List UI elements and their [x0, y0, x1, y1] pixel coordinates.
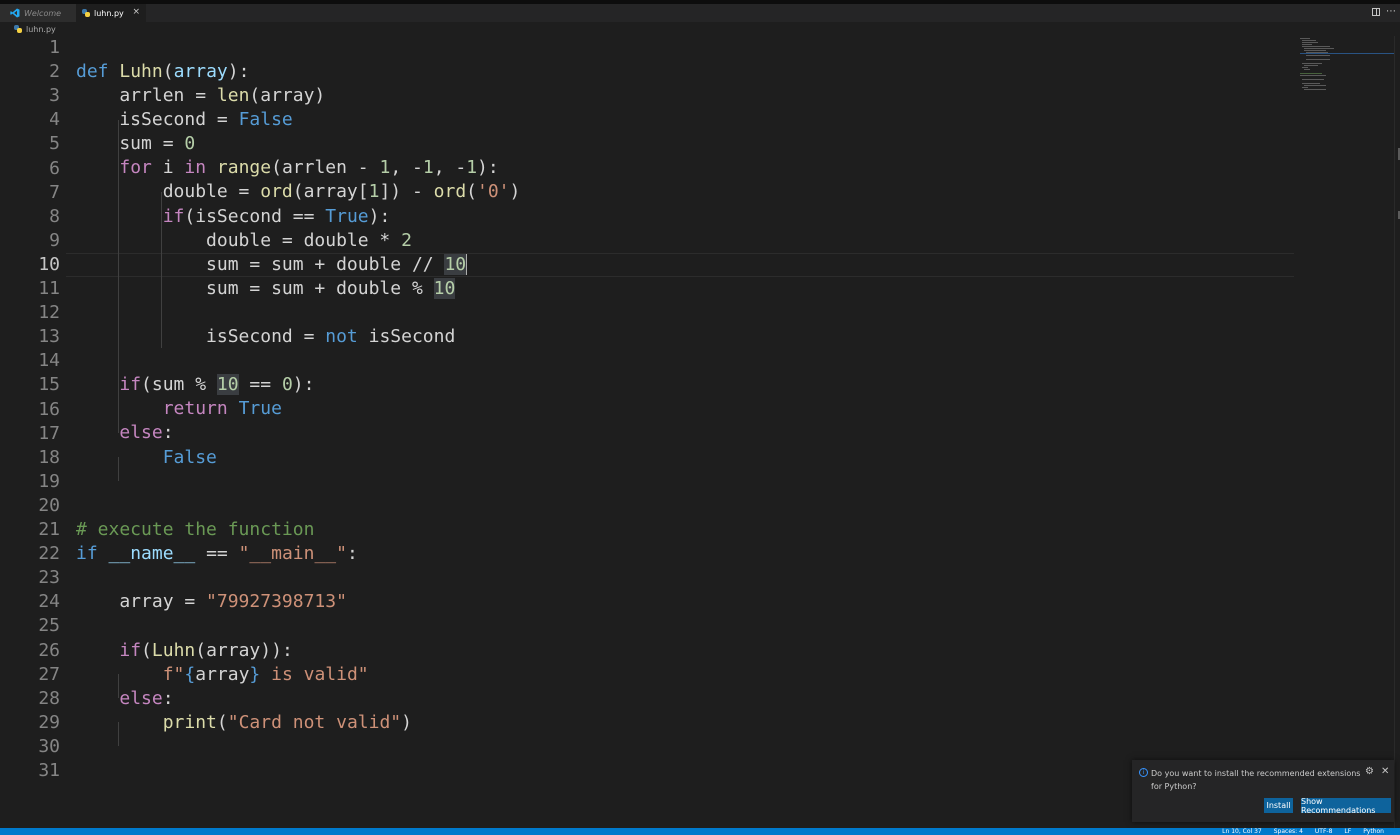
code-line: # execute the function — [76, 519, 315, 540]
editor-tab-bar: Welcome luhn.py × ⋯ — [0, 4, 1400, 22]
code-line: else: — [119, 688, 174, 709]
vertical-scrollbar[interactable] — [1394, 36, 1400, 828]
code-editor[interactable]: 1 2 3 4 5 6 7 8 9 10 11 12 13 14 15 16 17 18 19 20 21 22 23 24 2… — [0, 36, 1400, 828]
line-number: 23 — [38, 567, 60, 589]
line-number: 8 — [49, 205, 60, 227]
notification-message: Do you want to install the recommended e… — [1151, 769, 1361, 791]
line-number: 4 — [49, 109, 60, 131]
indentation[interactable]: Spaces: 4 — [1274, 829, 1303, 835]
line-number: 14 — [38, 350, 60, 372]
line-number: 17 — [38, 422, 60, 444]
code-line: if __name__ == "__main__": — [76, 543, 358, 564]
line-number: 10 — [38, 253, 60, 275]
code-line: def Luhn(array): — [76, 61, 250, 82]
code-line: double = ord(array[1]) - ord('0') — [76, 181, 521, 202]
install-button[interactable]: Install — [1264, 798, 1293, 813]
show-recommendations-button[interactable]: Show Recommendations — [1301, 797, 1391, 815]
more-actions-icon[interactable]: ⋯ — [1386, 6, 1396, 17]
line-number: 31 — [38, 760, 60, 781]
line-number: 16 — [38, 398, 60, 420]
gear-icon[interactable]: ⚙ — [1365, 766, 1374, 777]
code-line: print("Card not valid") — [162, 712, 412, 733]
close-icon[interactable]: ✕ — [1381, 766, 1389, 777]
tab-welcome[interactable]: Welcome — [0, 4, 76, 22]
code-line: sum = 0 — [76, 133, 196, 154]
code-line: isSecond = not isSecond — [76, 326, 456, 347]
line-number: 2 — [49, 61, 60, 83]
end-of-line[interactable]: LF — [1344, 829, 1351, 835]
line-number: 26 — [38, 639, 60, 661]
tab-welcome-label: Welcome — [24, 8, 62, 18]
line-number: 30 — [38, 735, 60, 757]
line-number: 3 — [49, 85, 60, 107]
code-line: False — [162, 447, 217, 468]
code-line: if(isSecond == True): — [162, 206, 391, 227]
line-number: 21 — [38, 519, 60, 540]
code-line: if(sum % 10 == 0): — [119, 374, 315, 395]
status-bar: Ln 10, Col 37 Spaces: 4 UTF-8 LF Python — [0, 828, 1400, 835]
line-number: 5 — [49, 133, 60, 155]
line-number: 18 — [38, 446, 60, 468]
line-number: 1 — [49, 37, 60, 58]
line-number: 24 — [38, 591, 60, 613]
line-number: 6 — [49, 157, 60, 179]
code-line: array = "79927398713" — [76, 591, 347, 612]
code-line: else: — [119, 422, 174, 443]
line-number: 7 — [49, 181, 60, 203]
tab-luhn-py[interactable]: luhn.py × — [76, 4, 146, 22]
line-number: 15 — [38, 374, 60, 396]
code-line: return True — [162, 398, 282, 419]
code-line: sum = sum + double % 10 — [76, 278, 456, 299]
line-number: 28 — [38, 687, 60, 709]
breadcrumb-file[interactable]: luhn.py — [26, 25, 56, 34]
code-line: double = double * 2 — [76, 230, 412, 251]
code-line: f"{array} is valid" — [162, 664, 369, 685]
code-line: sum = sum + double // 10 — [76, 254, 468, 275]
extension-recommendation-toast: i Do you want to install the recommended… — [1132, 760, 1394, 822]
code-line: for i in range(arrlen - 1, -1, -1): — [119, 157, 499, 178]
code-line: if(Luhn(array)): — [119, 640, 293, 661]
code-line: isSecond = False — [76, 109, 293, 130]
vscode-icon — [10, 8, 20, 18]
line-number: 11 — [38, 278, 60, 299]
line-number: 20 — [38, 494, 60, 516]
line-number: 12 — [38, 302, 60, 324]
line-number: 9 — [49, 229, 60, 251]
close-tab-icon[interactable]: × — [132, 7, 140, 17]
breadcrumb: luhn.py — [0, 22, 1400, 36]
python-file-icon — [82, 9, 90, 17]
line-number: 13 — [38, 326, 60, 348]
language-mode[interactable]: Python — [1363, 829, 1384, 835]
line-number: 29 — [38, 711, 60, 733]
line-number: 22 — [38, 543, 60, 565]
info-icon: i — [1139, 768, 1148, 777]
split-editor-icon[interactable] — [1372, 7, 1380, 16]
code-line: arrlen = len(array) — [76, 85, 326, 106]
line-number: 25 — [38, 615, 60, 637]
line-number: 19 — [38, 470, 60, 492]
line-number: 27 — [38, 663, 60, 685]
python-file-icon — [14, 25, 22, 33]
minimap[interactable] — [1294, 36, 1394, 96]
cursor-position[interactable]: Ln 10, Col 37 — [1222, 829, 1262, 835]
tab-luhn-py-label: luhn.py — [94, 8, 124, 18]
encoding[interactable]: UTF-8 — [1315, 829, 1333, 835]
editor-actions: ⋯ — [1372, 6, 1396, 17]
